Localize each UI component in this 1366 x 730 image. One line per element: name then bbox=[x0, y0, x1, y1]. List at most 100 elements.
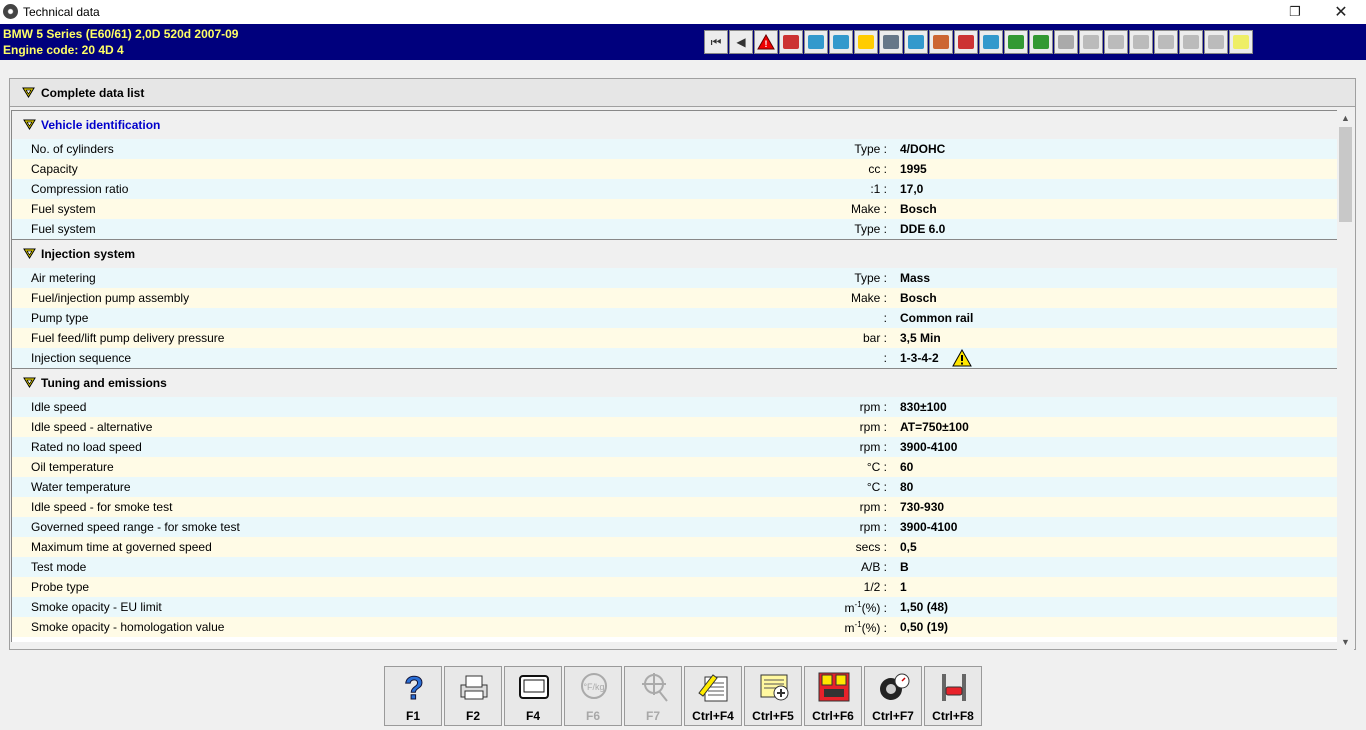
section-header[interactable]: Tuning and emissions bbox=[12, 368, 1338, 397]
fkey-f4-button[interactable]: F4 bbox=[504, 666, 562, 726]
electrical-icon[interactable] bbox=[904, 30, 928, 54]
scroll-up-icon[interactable]: ▲ bbox=[1337, 110, 1354, 126]
mechanic-icon[interactable] bbox=[979, 30, 1003, 54]
ac-icon[interactable] bbox=[929, 30, 953, 54]
complete-data-list-header[interactable]: Complete data list bbox=[10, 79, 1355, 107]
row-label: Fuel system bbox=[31, 202, 96, 216]
section-header[interactable]: Injection system bbox=[12, 239, 1338, 268]
svg-text:°F/kg: °F/kg bbox=[583, 682, 604, 692]
section-title: Vehicle identification bbox=[41, 118, 161, 132]
data-row: Idle speed - alternative rpm : AT=750±100 bbox=[12, 417, 1338, 437]
row-unit: cc : bbox=[868, 162, 887, 176]
fkey-f6-button[interactable]: °F/kg F6 bbox=[564, 666, 622, 726]
close-button[interactable]: ✕ bbox=[1318, 0, 1364, 24]
fkey-label: F6 bbox=[585, 709, 600, 723]
row-value: 1-3-4-2 bbox=[900, 351, 939, 365]
fkey-ctrl-f8-button[interactable]: Ctrl+F8 bbox=[924, 666, 982, 726]
row-label: Idle speed - alternative bbox=[31, 420, 153, 434]
timing-icon[interactable] bbox=[829, 30, 853, 54]
data-row: No. of cylinders Type : 4/DOHC bbox=[12, 139, 1338, 159]
row-unit: m-1(%) : bbox=[844, 600, 887, 615]
row-label: Air metering bbox=[31, 271, 96, 285]
row-label: Oil temperature bbox=[31, 460, 114, 474]
data-row: Fuel/injection pump assembly Make : Bosch bbox=[12, 288, 1338, 308]
data-panel: Complete data list Vehicle identificatio… bbox=[9, 78, 1356, 650]
disabled-a-icon[interactable] bbox=[1079, 30, 1103, 54]
fkey-label: Ctrl+F5 bbox=[752, 709, 794, 723]
torque-icon[interactable] bbox=[854, 30, 878, 54]
fkey-ctrl-f7-button[interactable]: Ctrl+F7 bbox=[864, 666, 922, 726]
row-label: Test mode bbox=[31, 560, 87, 574]
first-page-icon[interactable]: ⏮ bbox=[704, 30, 728, 54]
fkey-label: F7 bbox=[645, 709, 660, 723]
fkey-label: F2 bbox=[465, 709, 480, 723]
disabled-f-icon[interactable] bbox=[1204, 30, 1228, 54]
restore-button[interactable]: ❐ bbox=[1272, 0, 1318, 24]
info-icon[interactable] bbox=[1229, 30, 1253, 54]
cooling-icon[interactable] bbox=[1054, 30, 1078, 54]
warning-icon[interactable] bbox=[952, 348, 972, 370]
row-value: B bbox=[900, 560, 909, 574]
row-label: Maximum time at governed speed bbox=[31, 540, 212, 554]
data-row: Probe type 1/2 : 1 bbox=[12, 577, 1338, 597]
disabled-d-icon[interactable] bbox=[1154, 30, 1178, 54]
row-unit: 1/2 : bbox=[863, 580, 887, 594]
row-unit: rpm : bbox=[859, 500, 887, 514]
row-unit: Make : bbox=[850, 291, 887, 305]
service-icon[interactable] bbox=[804, 30, 828, 54]
warning-icon[interactable]: ! bbox=[754, 30, 778, 54]
complete-data-list-label: Complete data list bbox=[41, 86, 145, 100]
row-label: Idle speed bbox=[31, 400, 87, 414]
row-value: 80 bbox=[900, 480, 914, 494]
fkey-ctrl-f5-button[interactable]: Ctrl+F5 bbox=[744, 666, 802, 726]
diagnostic-icon[interactable] bbox=[1029, 30, 1053, 54]
data-row: Maximum time at governed speed secs : 0,5 bbox=[12, 537, 1338, 557]
row-unit: Make : bbox=[850, 202, 887, 216]
disabled-c-icon[interactable] bbox=[1129, 30, 1153, 54]
data-row: Compression ratio:1 : 17,0 bbox=[12, 179, 1338, 199]
vertical-scrollbar[interactable]: ▲ ▼ bbox=[1337, 110, 1354, 650]
disabled-e-icon[interactable] bbox=[1179, 30, 1203, 54]
disabled-b-icon[interactable] bbox=[1104, 30, 1128, 54]
data-row: Smoke opacity - EU limit m-1(%) : 1,50 (48… bbox=[12, 597, 1338, 617]
battery-icon[interactable] bbox=[1004, 30, 1028, 54]
data-row: Pump type: Common rail bbox=[12, 308, 1338, 328]
section-header[interactable]: Vehicle identification bbox=[12, 111, 1338, 139]
scroll-thumb[interactable] bbox=[1339, 127, 1352, 222]
engine-code: Engine code: 20 4D 4 bbox=[3, 43, 124, 57]
module-toolbar: ⏮ ◀! bbox=[704, 30, 1253, 54]
row-label: Probe type bbox=[31, 580, 90, 594]
fkey-f1-button[interactable]: ? F1 bbox=[384, 666, 442, 726]
row-label: Fuel feed/lift pump delivery pressure bbox=[31, 331, 225, 345]
row-unit: Type : bbox=[854, 222, 887, 236]
row-unit: bar : bbox=[862, 331, 887, 345]
expand-diamond-icon bbox=[22, 87, 35, 98]
svg-text:?: ? bbox=[404, 671, 424, 703]
row-label: Governed speed range - for smoke test bbox=[31, 520, 240, 534]
wheel-icon[interactable] bbox=[879, 30, 903, 54]
ecu-icon[interactable] bbox=[779, 30, 803, 54]
row-value: 730-930 bbox=[900, 500, 945, 514]
row-label: No. of cylinders bbox=[31, 142, 114, 156]
row-label: Capacity bbox=[31, 162, 78, 176]
section-title: Tuning and emissions bbox=[41, 376, 167, 390]
row-value: 3,5 Min bbox=[900, 331, 941, 345]
vehicle-title: BMW 5 Series (E60/61) 2,0D 520d 2007-09 bbox=[3, 27, 239, 41]
data-row: Governed speed range - for smoke test rpm… bbox=[12, 517, 1338, 537]
repair-icon[interactable] bbox=[954, 30, 978, 54]
row-unit: rpm : bbox=[859, 400, 887, 414]
fkey-f2-button[interactable]: F2 bbox=[444, 666, 502, 726]
function-key-bar: ? F1 F2 F4 °F/kg F6 F7 Ctrl+F4 Ctrl+F5 Ctrl+F6 Ctr… bbox=[384, 666, 982, 726]
data-row: Idle speed - for smoke test rpm : 730-930 bbox=[12, 497, 1338, 517]
row-unit: : bbox=[883, 351, 887, 365]
fkey-ctrl-f4-button[interactable]: Ctrl+F4 bbox=[684, 666, 742, 726]
fkey-ctrl-f6-button[interactable]: Ctrl+F6 bbox=[804, 666, 862, 726]
fkey-label: Ctrl+F4 bbox=[692, 709, 734, 723]
data-row: Rated no load speed rpm : 3900-4100 bbox=[12, 437, 1338, 457]
row-value: Mass bbox=[900, 271, 931, 285]
row-label: Fuel/injection pump assembly bbox=[31, 291, 190, 305]
fkey-f7-button[interactable]: F7 bbox=[624, 666, 682, 726]
row-value: 3900-4100 bbox=[900, 520, 958, 534]
previous-page-icon[interactable]: ◀ bbox=[729, 30, 753, 54]
scroll-down-icon[interactable]: ▼ bbox=[1337, 634, 1354, 650]
